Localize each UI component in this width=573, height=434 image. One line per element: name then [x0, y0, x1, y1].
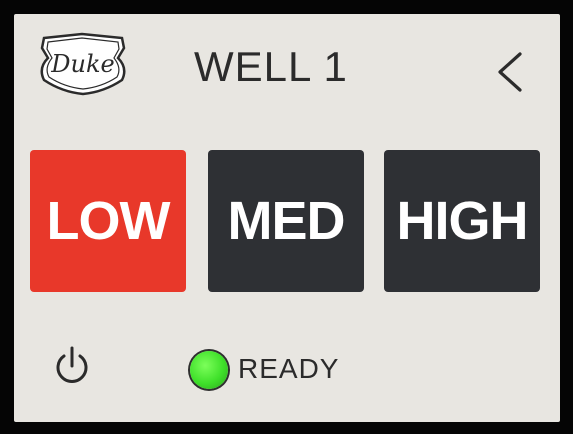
low-button[interactable]: LOW — [30, 150, 186, 292]
duke-logo: Duke — [40, 32, 126, 96]
device-bezel: Duke WELL 1 LOW MED HIGH READY — [0, 0, 573, 434]
chevron-left-icon[interactable] — [492, 50, 526, 94]
power-icon[interactable] — [52, 344, 92, 388]
svg-text:Duke: Duke — [50, 50, 114, 78]
touch-screen: Duke WELL 1 LOW MED HIGH READY — [14, 14, 560, 422]
status-label: READY — [238, 353, 340, 384]
low-button-label: LOW — [46, 191, 171, 251]
high-button[interactable]: HIGH — [384, 150, 540, 292]
page-title: WELL 1 — [194, 43, 348, 90]
ready-status-indicator — [190, 351, 228, 389]
high-button-label: HIGH — [396, 191, 529, 251]
med-button[interactable]: MED — [208, 150, 364, 292]
med-button-label: MED — [227, 191, 346, 251]
